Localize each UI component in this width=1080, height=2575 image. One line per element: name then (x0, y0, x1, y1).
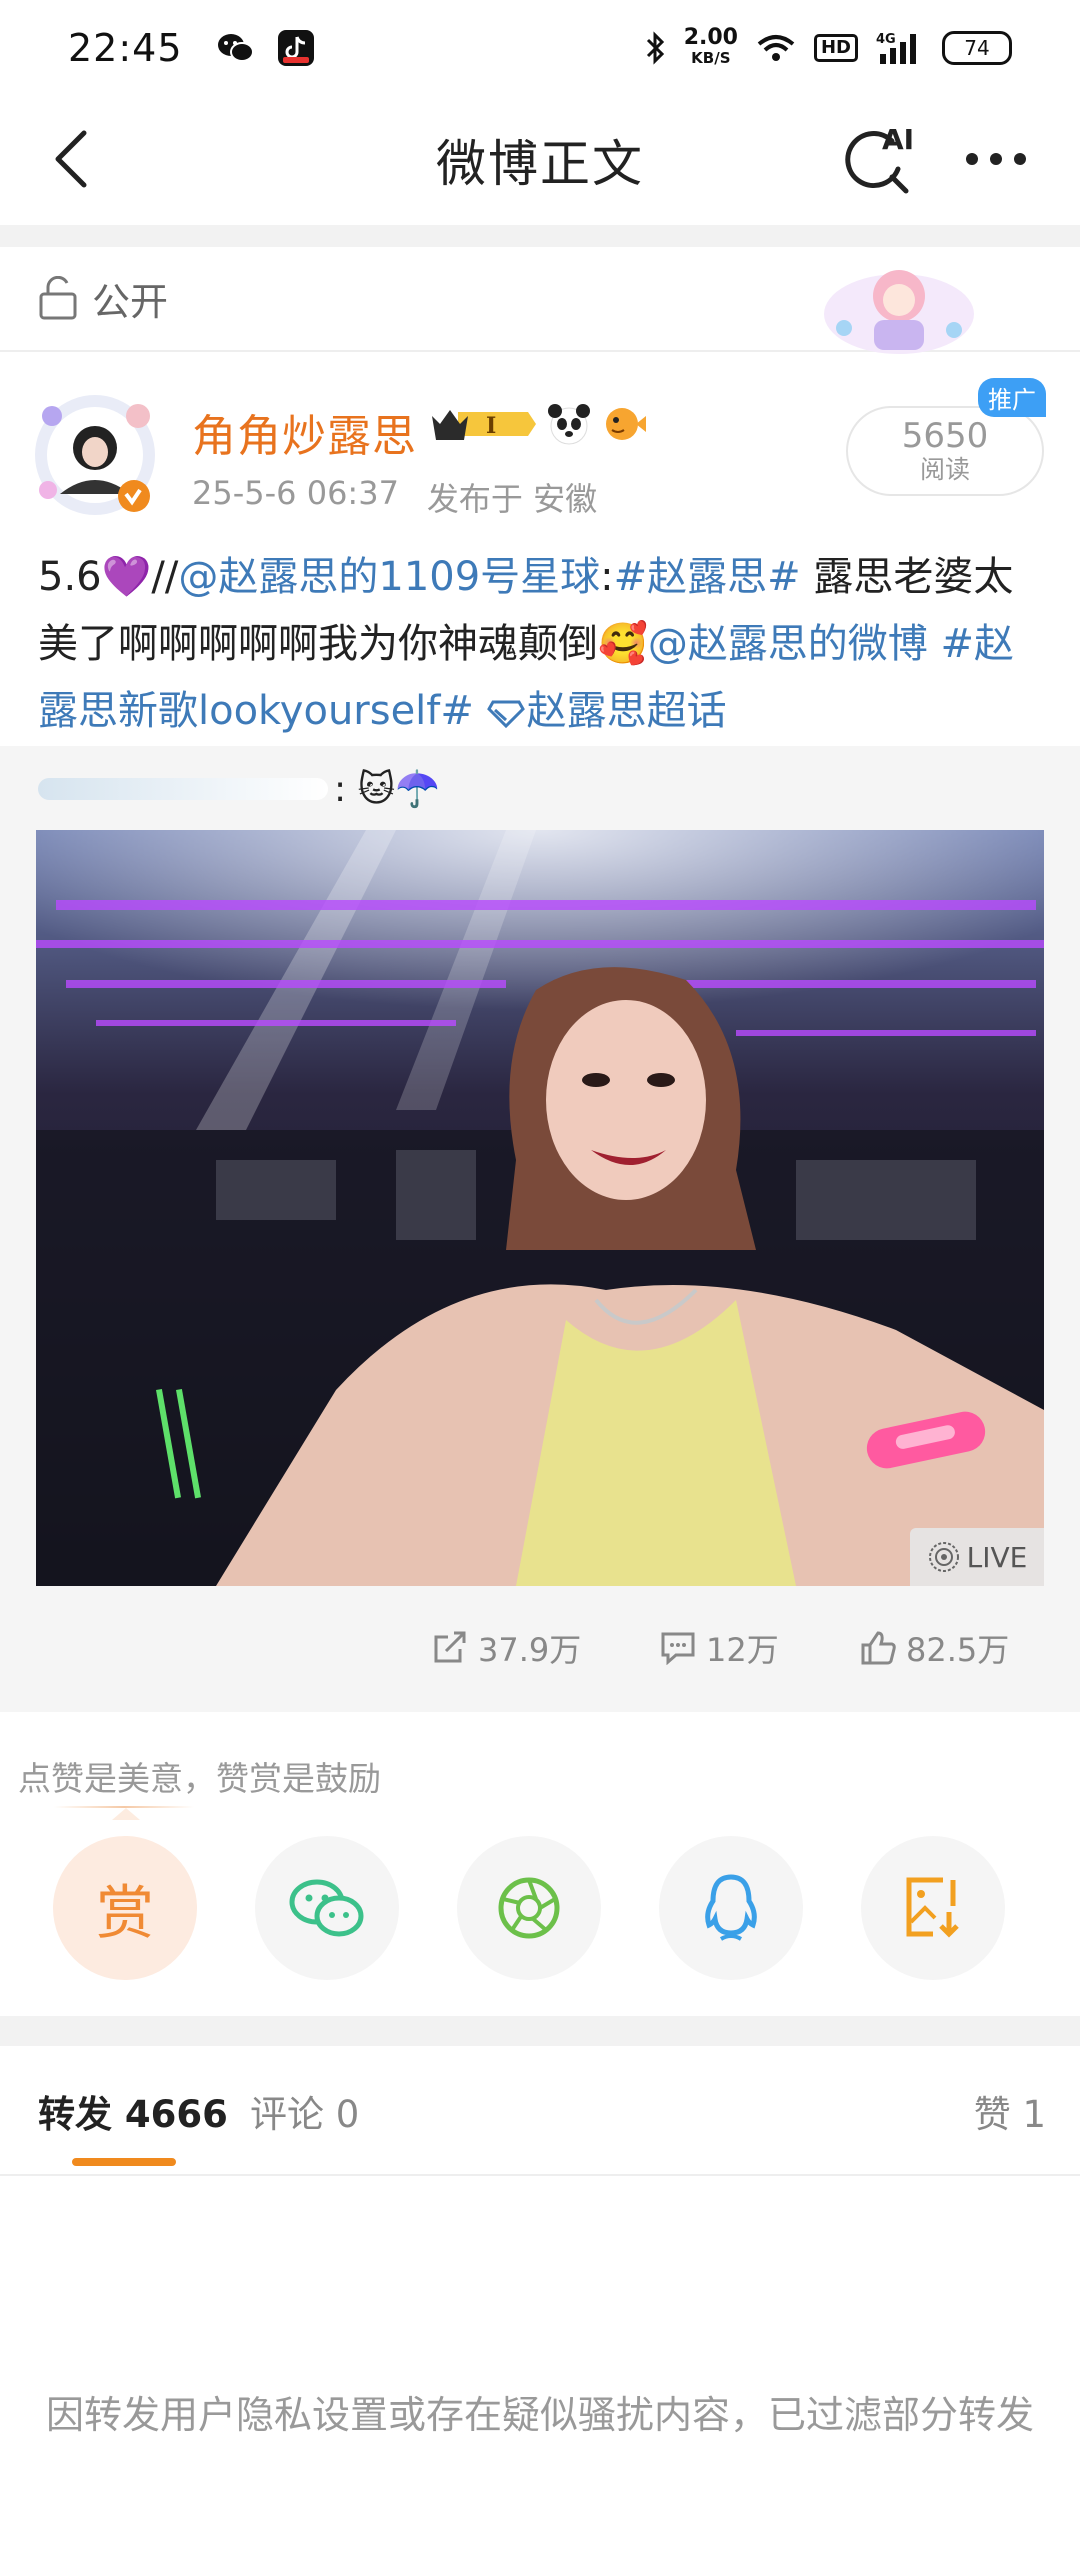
unlock-icon (39, 276, 77, 320)
wechat-notification-icon (217, 33, 254, 62)
embedded-post-text: : 🐱☂️ (38, 768, 440, 810)
author-name[interactable]: 角角炒露思 (192, 400, 417, 464)
wifi-icon (757, 34, 795, 61)
embedded-post-actions: 37.9万 12万 82.5万 (0, 1618, 1080, 1678)
more-options-button[interactable] (956, 131, 1036, 187)
share-icon (434, 1631, 466, 1663)
read-count-box: 5650 阅读 (846, 406, 1044, 496)
moments-aperture-icon (498, 1877, 560, 1939)
supertopic-link[interactable]: 赵露思超话 (486, 688, 727, 734)
status-bar: 22:45 2.00 KB/S HD 4G 74 (0, 0, 1080, 95)
repost-count: 37.9万 (478, 1631, 582, 1669)
post-header: 角角炒露思 I 25-5-6 06:37 发布于 安徽 5650 阅读 推广 (0, 378, 1080, 530)
qq-penguin-icon (705, 1874, 757, 1941)
back-button[interactable] (36, 123, 108, 195)
tab-likes[interactable]: 赞 1 (974, 2084, 1046, 2138)
share-wechat-button[interactable] (255, 1836, 399, 1980)
more-dot-icon (1014, 153, 1026, 165)
post-date: 25-5-6 06:37 (192, 474, 399, 512)
crown-vip-icon: I (432, 410, 536, 440)
promo-badge[interactable]: 推广 (978, 378, 1046, 417)
page-title: 微博正文 (436, 135, 644, 193)
chevron-left-icon (55, 130, 87, 188)
embedded-post[interactable]: : 🐱☂️ LIVE 37.9万 12万 82.5万 (0, 746, 1080, 1712)
like-action[interactable]: 82.5万 (860, 1618, 1009, 1678)
network-speed-value: 2.00 (683, 24, 738, 50)
live-photo-badge[interactable]: LIVE (910, 1528, 1044, 1586)
top-nav-bar: 微博正文 AI (0, 95, 1080, 225)
embedded-text: : 🐱☂️ (334, 769, 440, 810)
concert-selfie-image (36, 830, 1044, 1586)
save-image-button[interactable] (861, 1836, 1005, 1980)
section-divider (0, 2016, 1080, 2046)
privacy-row: 公开 (0, 246, 1080, 354)
diamond-icon (486, 700, 525, 729)
status-time: 22:45 (68, 25, 183, 70)
cellular-signal-icon: 4G (876, 32, 916, 64)
active-tab-indicator (72, 2158, 176, 2166)
reward-label: 赏 (95, 1879, 154, 1947)
repost-action[interactable]: 37.9万 (432, 1618, 581, 1678)
post-meta: 25-5-6 06:37 发布于 安徽 (192, 474, 597, 520)
svg-text:4G: 4G (876, 32, 896, 47)
network-speed: 2.00 KB/S (683, 24, 738, 68)
share-moments-button[interactable] (457, 1836, 601, 1980)
author-avatar[interactable] (30, 390, 160, 520)
save-image-icon (906, 1877, 959, 1938)
text-segment: 5.6💜// (38, 554, 179, 600)
level-badge-text: I (486, 413, 496, 439)
interaction-tabs: 转发 4666 评论 0 赞 1 (0, 2046, 1080, 2176)
more-dot-icon (966, 153, 978, 165)
status-indicators: 2.00 KB/S HD 4G 74 (644, 24, 1012, 68)
hd-badge: HD (813, 33, 858, 62)
reward-button[interactable]: 赏 (53, 1836, 197, 1980)
live-photo-icon (928, 1542, 959, 1572)
battery-indicator: 74 (942, 30, 1012, 65)
share-qq-button[interactable] (659, 1836, 803, 1980)
filter-notice: 因转发用户隐私设置或存在疑似骚扰内容，已过滤部分转发 (45, 2393, 1034, 2437)
supertopic-label: 赵露思超话 (526, 688, 727, 734)
read-label: 阅读 (919, 455, 970, 484)
bluetooth-icon (646, 30, 664, 65)
wechat-icon (289, 1879, 364, 1937)
comment-action[interactable]: 12万 (660, 1618, 779, 1678)
more-dot-icon (990, 153, 1002, 165)
post-location: 发布于 安徽 (426, 480, 598, 518)
tab-comments[interactable]: 评论 0 (250, 2084, 359, 2138)
mention-link[interactable]: @赵露思的微博 (648, 621, 928, 667)
thumbs-up-icon (861, 1631, 896, 1665)
text-segment: : (600, 554, 614, 600)
ai-search-button[interactable]: AI (840, 119, 920, 199)
anime-girl-decoration (824, 270, 974, 354)
panda-icon (548, 404, 590, 445)
status-app-icons (217, 29, 315, 67)
mention-link[interactable]: @赵露思的1109号星球 (178, 554, 600, 600)
hashtag-link[interactable]: #赵露思# (614, 554, 801, 600)
tiktok-notification-icon (277, 29, 314, 66)
text-segment (928, 621, 941, 667)
share-row: 赏 (0, 1836, 1080, 1980)
blurred-username (38, 778, 328, 800)
live-label: LIVE (966, 1540, 1028, 1574)
concert-photo[interactable]: LIVE (36, 830, 1044, 1586)
reward-tip: 点赞是美意，赞赏是鼓励 (18, 1759, 381, 1798)
network-speed-unit: KB/S (691, 48, 731, 67)
read-count: 5650 (901, 416, 989, 456)
svg-text:AI: AI (882, 123, 914, 156)
battery-level: 74 (964, 35, 990, 60)
comment-count: 12万 (706, 1631, 779, 1669)
author-badges: I (428, 402, 648, 446)
post-text: 5.6💜//@赵露思的1109号星球:#赵露思# 露思老婆太美了啊啊啊啊啊我为你… (38, 544, 1048, 745)
comment-icon (661, 1632, 695, 1665)
reward-tip-pointer (112, 1808, 140, 1820)
privacy-label: 公开 (92, 279, 169, 324)
text-segment (474, 688, 487, 734)
pufferfish-icon (606, 408, 646, 440)
section-divider (0, 225, 1080, 247)
like-count: 82.5万 (906, 1631, 1010, 1669)
tab-reposts[interactable]: 转发 4666 (38, 2084, 228, 2138)
ai-search-icon: AI (845, 123, 914, 194)
